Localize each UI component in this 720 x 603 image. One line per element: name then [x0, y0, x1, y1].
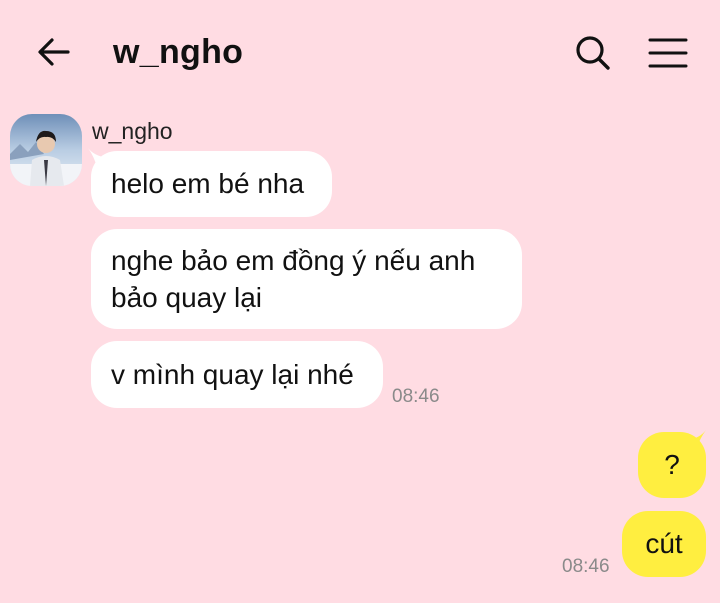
arrow-left-icon [38, 38, 70, 66]
search-icon [576, 36, 610, 70]
incoming-message[interactable]: helo em bé nha [91, 151, 332, 217]
message-timestamp: 08:46 [392, 386, 440, 407]
sender-name: w_ngho [92, 118, 173, 144]
message-timestamp: 08:46 [562, 556, 610, 577]
chat-header: w_ngho [0, 0, 720, 108]
message-text: v mình quay lại nhé [111, 359, 354, 390]
incoming-message[interactable]: v mình quay lại nhé [91, 341, 383, 408]
message-text-line: bảo quay lại [111, 282, 263, 313]
message-text: cút [645, 528, 683, 559]
hamburger-menu-icon [648, 38, 688, 68]
incoming-message[interactable]: nghe bảo em đồng ý nếu anh bảo quay lại [91, 229, 522, 329]
outgoing-message[interactable]: cút [622, 511, 706, 577]
avatar-photo [10, 114, 82, 186]
sender-avatar[interactable] [10, 114, 82, 186]
message-text: helo em bé nha [111, 168, 305, 199]
search-button[interactable] [570, 30, 616, 76]
message-text-line: nghe bảo em đồng ý nếu anh [111, 245, 476, 276]
back-button[interactable] [32, 30, 76, 74]
message-text: ? [664, 449, 680, 480]
menu-button[interactable] [644, 30, 692, 76]
outgoing-message[interactable]: ? [638, 432, 706, 498]
chat-title: w_ngho [113, 33, 244, 71]
